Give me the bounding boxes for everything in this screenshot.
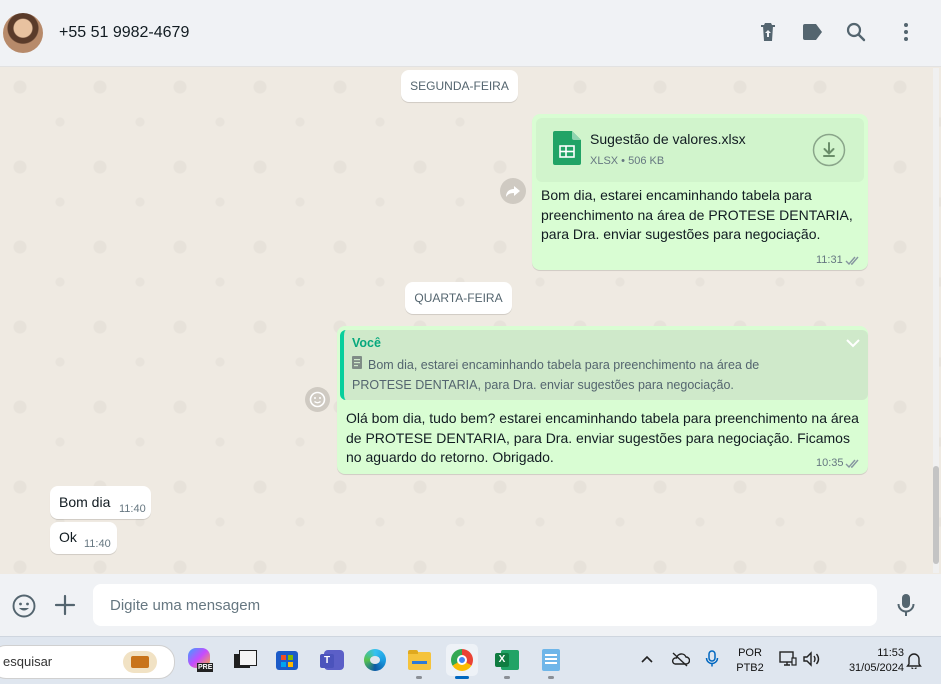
day-separator: SEGUNDA-FEIRA — [401, 70, 518, 102]
language-code: POR — [738, 647, 762, 659]
incoming-message[interactable]: Bom dia 11:40 — [50, 486, 151, 519]
copilot-icon[interactable]: PRE — [184, 644, 216, 676]
message-time: 11:40 — [119, 503, 146, 515]
excel-icon[interactable]: X — [491, 644, 523, 679]
task-view-icon[interactable] — [228, 644, 260, 676]
microsoft-store-icon[interactable] — [271, 644, 303, 676]
read-receipt-icon — [845, 256, 859, 266]
chevron-up-icon[interactable] — [640, 653, 654, 665]
chevron-down-icon[interactable] — [844, 336, 862, 350]
teams-icon[interactable]: T — [316, 644, 348, 676]
delete-icon[interactable] — [756, 20, 780, 44]
quote-text: Bom dia, estarei encaminhando tabela par… — [352, 358, 760, 392]
file-explorer-icon[interactable] — [403, 644, 435, 679]
label-icon[interactable] — [800, 20, 824, 44]
spreadsheet-file-icon — [553, 131, 581, 165]
emoji-icon[interactable] — [11, 593, 37, 619]
file-meta: XLSX • 506 KB — [590, 155, 665, 167]
message-text: Olá bom dia, tudo bem? estarei encaminha… — [346, 410, 859, 465]
day-separator: QUARTA-FEIRA — [405, 282, 512, 314]
outgoing-reply-message[interactable]: Você Bom dia, estarei encaminhando tabel… — [337, 326, 868, 474]
scrollbar-thumb[interactable] — [933, 466, 939, 564]
read-receipt-icon — [845, 459, 859, 469]
chrome-icon[interactable] — [446, 644, 478, 679]
message-composer: Digite uma mensagem — [0, 574, 941, 636]
chat-area[interactable]: SEGUNDA-FEIRA Sugestão de valores.xlsx X… — [0, 67, 941, 574]
contact-name[interactable]: +55 51 9982-4679 — [59, 24, 189, 42]
keyboard-layout: PTB2 — [736, 662, 764, 674]
taskbar-search-box[interactable]: esquisar — [0, 645, 175, 679]
message-time: 11:40 — [84, 538, 111, 550]
microphone-icon[interactable] — [895, 592, 917, 618]
quoted-message[interactable]: Você Bom dia, estarei encaminhando tabel… — [340, 330, 868, 400]
edge-icon[interactable] — [359, 644, 391, 676]
language-indicator[interactable]: POR PTB2 — [735, 646, 765, 676]
notepad-icon[interactable] — [535, 644, 567, 679]
notification-bell-icon[interactable] — [906, 652, 922, 669]
message-text: Bom dia, estarei encaminhando tabela par… — [541, 187, 853, 242]
message-time: 11:31 — [816, 254, 843, 266]
search-highlight-icon — [123, 651, 157, 673]
file-name: Sugestão de valores.xlsx — [590, 131, 746, 147]
volume-icon[interactable] — [802, 650, 822, 668]
clock-time: 11:53 — [877, 647, 904, 659]
message-input-placeholder: Digite uma mensagem — [110, 597, 261, 614]
react-emoji-icon[interactable] — [305, 387, 330, 412]
attach-plus-icon[interactable] — [54, 594, 76, 616]
clock[interactable]: 11:53 31/05/2024 — [834, 646, 904, 676]
download-icon[interactable] — [812, 133, 846, 167]
message-input[interactable]: Digite uma mensagem — [93, 584, 877, 626]
message-text: Ok — [59, 529, 77, 545]
document-attachment[interactable]: Sugestão de valores.xlsx XLSX • 506 KB — [536, 118, 864, 182]
windows-taskbar: esquisar PRE T X POR PTB2 11:53 31/05/20… — [0, 636, 941, 684]
message-text: Bom dia — [59, 494, 111, 510]
more-options-icon[interactable] — [894, 20, 918, 44]
contact-avatar[interactable] — [3, 13, 43, 53]
microphone-tray-icon[interactable] — [705, 650, 719, 668]
clock-date: 31/05/2024 — [848, 662, 904, 674]
search-icon[interactable] — [844, 20, 868, 44]
taskbar-search-label: esquisar — [3, 654, 53, 669]
copilot-badge: PRE — [197, 663, 214, 672]
onedrive-offline-icon[interactable] — [670, 651, 690, 667]
quote-author: Você — [352, 336, 381, 350]
message-time: 10:35 — [816, 457, 844, 469]
network-icon[interactable] — [778, 650, 798, 668]
incoming-message[interactable]: Ok 11:40 — [50, 522, 117, 554]
forward-icon[interactable] — [500, 178, 526, 204]
chat-header: +55 51 9982-4679 — [0, 0, 941, 67]
